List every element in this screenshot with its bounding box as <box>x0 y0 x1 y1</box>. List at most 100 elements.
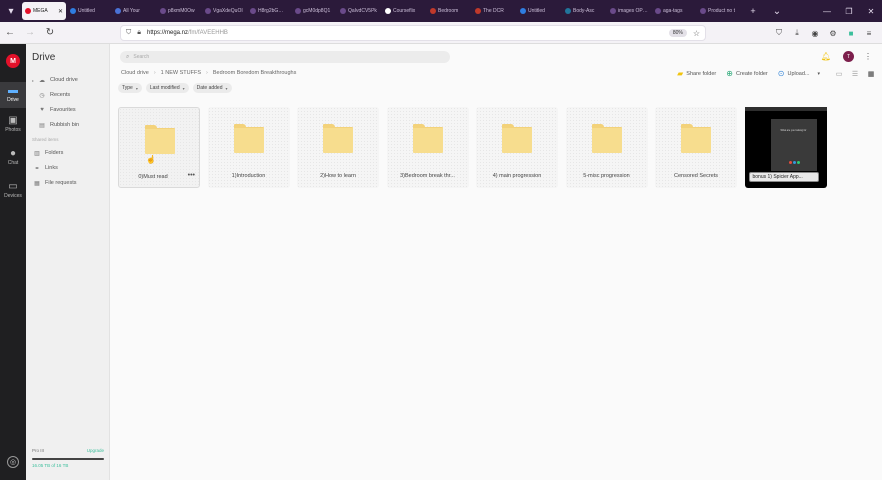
tab-label: MEGA <box>33 8 48 14</box>
browser-tab[interactable]: QaIvdCV5Pk <box>337 2 381 20</box>
rail-item-drive[interactable]: ▬ Drive <box>0 82 26 108</box>
more-options-icon[interactable]: ••• <box>188 172 195 179</box>
mega-logo[interactable]: M <box>6 54 20 68</box>
heart-icon: ♥ <box>40 107 44 113</box>
search-placeholder: Search <box>133 54 150 60</box>
settings-icon[interactable]: ◎ <box>7 456 19 468</box>
sidebar-item-recents[interactable]: ◷ Recents <box>32 89 108 101</box>
folder-card[interactable]: 4) main progression <box>476 107 558 188</box>
close-tab-icon[interactable]: ✕ <box>58 8 63 15</box>
favicon-icon <box>25 8 31 14</box>
rail-label: Drive <box>7 97 19 103</box>
sidebar-title: Drive <box>32 52 56 63</box>
upload-button[interactable]: ⊙ Upload... ▾ <box>778 69 820 78</box>
more-menu-icon[interactable]: ⋮ <box>864 52 872 61</box>
filter-last-modified[interactable]: Last modified ▾ <box>145 83 189 93</box>
sidebar-item-favourites[interactable]: ♥ Favourites <box>32 104 108 116</box>
sidebar-item-file-requests[interactable]: ▦ File requests <box>32 177 108 189</box>
folder-grid: 0)Must read ••• ☝ 1)Introduction 2)How to le… <box>118 107 834 188</box>
address-bar[interactable]: ⛉ 🔒︎ https://mega.nz /fm/fAVEEHHB 80% ☆ <box>120 25 706 41</box>
reload-icon[interactable]: ↻ <box>40 27 60 38</box>
sidebar-item-label: Recents <box>50 92 71 98</box>
rail-item-chat[interactable]: ● Chat <box>0 148 26 174</box>
maximize-icon[interactable]: ❐ <box>838 7 860 16</box>
folder-card[interactable]: 5-misc progression <box>565 107 648 188</box>
list-view-icon[interactable]: ☰ <box>850 70 860 78</box>
share-folder-button[interactable]: ▰ Share folder <box>677 69 716 78</box>
browser-tab[interactable]: Untitled <box>517 2 561 20</box>
breadcrumb-item[interactable]: 1 NEW STUFFS <box>161 70 201 76</box>
search-icon: ⌕ <box>126 53 130 60</box>
tab-list-icon[interactable]: ▾ <box>0 0 22 22</box>
chevron-down-icon[interactable]: ▾ <box>817 71 820 77</box>
video-card[interactable]: What are you looking for bonus 1) Spicier… <box>744 107 827 188</box>
shield-icon[interactable]: ⛉ <box>126 29 131 37</box>
chat-icon: ● <box>9 148 17 159</box>
breadcrumb-item[interactable]: Bedroom Boredom Breakthroughs <box>213 70 296 76</box>
sidebar-item-cloud-drive[interactable]: ▸ ☁ Cloud drive <box>32 74 108 86</box>
browser-tab[interactable]: gcM0dp8Q1 <box>292 2 336 20</box>
create-folder-button[interactable]: ⊕ Create folder <box>726 69 768 78</box>
tab-overflow-icon[interactable]: ⌄ <box>766 0 788 22</box>
pocket-icon[interactable]: ⛉ <box>770 28 788 38</box>
create-folder-label: Create folder <box>735 70 768 77</box>
tab-label: Bedroom <box>438 8 459 14</box>
notification-bell-icon[interactable]: 🔔︎ <box>821 52 831 61</box>
rail-item-photos[interactable]: ▣ Photos <box>0 115 26 141</box>
browser-tab[interactable]: H8rg2bGW6o <box>247 2 291 20</box>
tab-label: Product no t <box>708 8 735 14</box>
filter-type[interactable]: Type ▾ <box>118 83 142 93</box>
sidebar-item-folders[interactable]: ▥ Folders <box>32 147 108 159</box>
share-folder-icon: ▰ <box>677 69 684 78</box>
bookmark-star-icon[interactable]: ☆ <box>693 29 700 38</box>
new-tab-icon[interactable]: + <box>746 6 760 16</box>
forward-icon[interactable]: → <box>20 27 40 38</box>
upgrade-link[interactable]: Upgrade <box>87 448 104 453</box>
sidebar-item-rubbish-bin[interactable]: ▤ Rubbish bin <box>32 119 108 131</box>
minimize-icon[interactable]: — <box>816 7 838 16</box>
folder-card[interactable]: 1)Introduction <box>207 107 290 188</box>
folder-card[interactable]: 0)Must read ••• ☝ <box>118 107 200 188</box>
browser-tab[interactable]: VgaXdeQuOI <box>202 2 246 20</box>
browser-tab[interactable]: p8xmM0Ow <box>157 2 201 20</box>
avatar[interactable]: T <box>843 51 854 62</box>
close-icon[interactable]: ✕ <box>860 7 882 16</box>
browser-tab[interactable]: MEGA ✕ <box>22 2 66 20</box>
account-icon[interactable]: ◉ <box>806 29 824 38</box>
browser-tab[interactable]: Courseflix <box>382 2 426 20</box>
folder-card[interactable]: Censored Secrets <box>655 107 737 188</box>
plus-circle-icon: ⊕ <box>726 69 733 78</box>
search-input[interactable]: ⌕ Search <box>120 51 450 63</box>
extension-mega-icon[interactable]: ■ <box>842 29 860 38</box>
lock-icon[interactable]: 🔒︎ <box>137 29 141 37</box>
app-menu-icon[interactable]: ≡ <box>860 29 878 38</box>
media-view-icon[interactable]: ▭ <box>834 70 844 78</box>
downloads-icon[interactable]: ⤓ <box>788 28 806 38</box>
upload-label: Upload... <box>787 70 810 77</box>
browser-tab[interactable]: The DCR <box>472 2 516 20</box>
browser-tab[interactable]: images OPEC <box>607 2 651 20</box>
folder-name: Censored Secrets <box>673 173 719 179</box>
rail-item-devices[interactable]: ▭ Devices <box>0 181 26 207</box>
extension-icon[interactable]: ⚙ <box>824 29 842 38</box>
rail-label: Devices <box>4 193 22 199</box>
browser-tab[interactable]: Product no t <box>697 2 741 20</box>
folder-card[interactable]: 3)Bedroom break thr... <box>386 107 469 188</box>
favicon-icon <box>160 8 166 14</box>
browser-tab[interactable]: Bedroom <box>427 2 471 20</box>
filter-date-added[interactable]: Date added ▾ <box>192 83 232 93</box>
chip-label: Type <box>122 85 133 91</box>
favicon-icon <box>565 8 571 14</box>
browser-tab[interactable]: aga-tags <box>652 2 696 20</box>
zoom-badge[interactable]: 80% <box>668 29 687 37</box>
back-icon[interactable]: ← <box>0 27 20 38</box>
folder-card[interactable]: 2)How to learn <box>297 107 379 188</box>
browser-tab[interactable]: All Your <box>112 2 156 20</box>
grid-view-icon[interactable]: ▦ <box>866 70 876 78</box>
breadcrumb-separator-icon: › <box>206 70 208 76</box>
sidebar-item-links[interactable]: ⚭ Links <box>32 162 108 174</box>
breadcrumb-item[interactable]: Cloud drive <box>121 70 149 76</box>
browser-tab[interactable]: Body-Asc <box>562 2 606 20</box>
tab-list: MEGA ✕ Untitled All Your p8xmM0Ow VgaXdeQuOI H… <box>22 0 742 22</box>
browser-tab[interactable]: Untitled <box>67 2 111 20</box>
